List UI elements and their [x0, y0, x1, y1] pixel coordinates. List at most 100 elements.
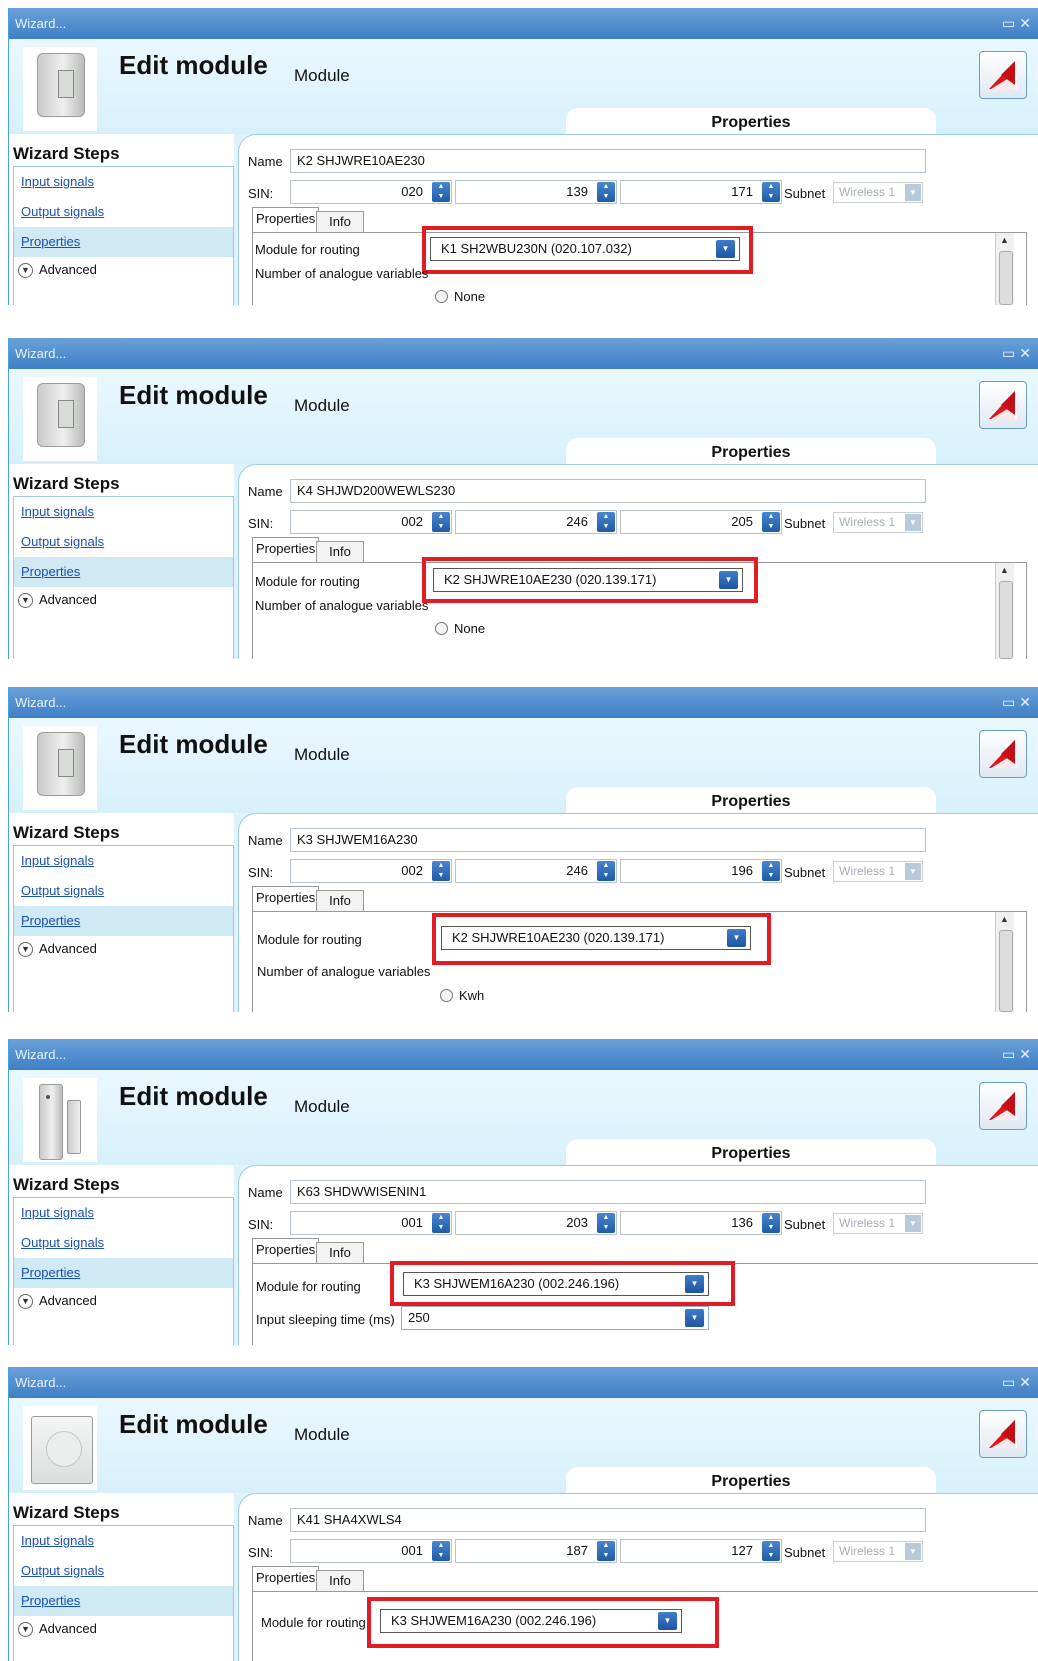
sin-field-2[interactable]: 139 ▲ ▼: [455, 180, 617, 204]
step-properties[interactable]: Properties: [14, 1586, 233, 1616]
tab-info[interactable]: Info: [316, 541, 364, 562]
wizard-panel-5: Wizard... ▭✕ Edit module Module Properti…: [8, 1367, 1038, 1661]
sin-field-2[interactable]: 246 ▲ ▼: [455, 859, 617, 883]
sin-label: SIN:: [248, 1217, 274, 1232]
step-advanced[interactable]: ▼ Advanced: [14, 257, 233, 283]
tab-properties[interactable]: Properties: [252, 1566, 320, 1591]
tab-properties[interactable]: Properties: [252, 1238, 320, 1263]
spinner-icon[interactable]: ▲ ▼: [597, 1541, 615, 1561]
scrollbar[interactable]: ▲: [995, 563, 1014, 659]
sin-value-2: 187: [566, 1543, 588, 1558]
spinner-icon[interactable]: ▲ ▼: [762, 1541, 780, 1561]
sin-field-2[interactable]: 203 ▲ ▼: [455, 1211, 617, 1235]
spinner-icon[interactable]: ▲ ▼: [762, 861, 780, 881]
step-advanced[interactable]: ▼ Advanced: [14, 1616, 233, 1642]
tab-info[interactable]: Info: [316, 1570, 364, 1591]
step-output-signals[interactable]: Output signals: [14, 1556, 233, 1586]
spinner-icon[interactable]: ▲ ▼: [432, 182, 450, 202]
scroll-up-icon[interactable]: ▲: [1000, 914, 1009, 924]
tab-properties[interactable]: Properties: [252, 537, 320, 562]
scroll-up-icon[interactable]: ▲: [1000, 565, 1009, 575]
subnet-select[interactable]: Wireless 1 ▼: [833, 182, 923, 203]
subnet-select[interactable]: Wireless 1 ▼: [833, 1213, 923, 1234]
step-input-signals[interactable]: Input signals: [14, 167, 233, 197]
spinner-icon[interactable]: ▲ ▼: [432, 1213, 450, 1233]
spinner-icon[interactable]: ▲ ▼: [597, 182, 615, 202]
spinner-icon[interactable]: ▲ ▼: [432, 861, 450, 881]
tab-info[interactable]: Info: [316, 890, 364, 911]
window-title: Wizard...: [15, 695, 67, 710]
step-advanced[interactable]: ▼ Advanced: [14, 936, 233, 962]
window-controls[interactable]: ▭✕: [1002, 687, 1035, 718]
step-input-signals[interactable]: Input signals: [14, 1198, 233, 1228]
tab-info[interactable]: Info: [316, 1242, 364, 1263]
sin-field-1[interactable]: 002 ▲ ▼: [290, 859, 452, 883]
step-output-signals[interactable]: Output signals: [14, 527, 233, 557]
sin-field-2[interactable]: 246 ▲ ▼: [455, 510, 617, 534]
tab-properties[interactable]: Properties: [252, 886, 320, 911]
scrollbar[interactable]: ▲: [995, 912, 1014, 1012]
sleep-select[interactable]: 250 ▼: [401, 1306, 709, 1330]
sin-label: SIN:: [248, 865, 274, 880]
step-properties[interactable]: Properties: [14, 1258, 233, 1288]
window-controls[interactable]: ▭✕: [1002, 1367, 1035, 1398]
subnet-select[interactable]: Wireless 1 ▼: [833, 861, 923, 882]
window-controls[interactable]: ▭✕: [1002, 8, 1035, 39]
name-input[interactable]: K41 SHA4XWLS4: [290, 1508, 926, 1532]
chevron-down-icon: ▼: [18, 263, 33, 279]
subnet-select[interactable]: Wireless 1 ▼: [833, 512, 923, 533]
step-output-signals[interactable]: Output signals: [14, 1228, 233, 1258]
spinner-icon[interactable]: ▲ ▼: [432, 1541, 450, 1561]
step-advanced[interactable]: ▼ Advanced: [14, 587, 233, 613]
tab-properties[interactable]: Properties: [252, 207, 320, 232]
radio-button[interactable]: [435, 622, 448, 635]
name-input[interactable]: K3 SHJWEM16A230: [290, 828, 926, 852]
wizard-steps-list: Input signals Output signals Properties …: [13, 1197, 234, 1345]
scroll-thumb[interactable]: [999, 930, 1013, 1012]
name-input[interactable]: K63 SHDWWISENIN1: [290, 1180, 926, 1204]
name-input[interactable]: K2 SHJWRE10AE230: [290, 149, 926, 173]
step-properties[interactable]: Properties: [14, 557, 233, 587]
sin-field-1[interactable]: 001 ▲ ▼: [290, 1539, 452, 1563]
device-image: [23, 726, 97, 810]
step-input-signals[interactable]: Input signals: [14, 1526, 233, 1556]
window-controls[interactable]: ▭✕: [1002, 1039, 1035, 1070]
step-output-signals[interactable]: Output signals: [14, 197, 233, 227]
spinner-icon[interactable]: ▲ ▼: [762, 512, 780, 532]
sin-field-1[interactable]: 001 ▲ ▼: [290, 1211, 452, 1235]
scroll-thumb[interactable]: [999, 251, 1013, 305]
name-input[interactable]: K4 SHJWD200WEWLS230: [290, 479, 926, 503]
subnet-select[interactable]: Wireless 1 ▼: [833, 1541, 923, 1562]
scroll-thumb[interactable]: [999, 581, 1013, 659]
spinner-icon[interactable]: ▲ ▼: [432, 512, 450, 532]
sin-field-1[interactable]: 002 ▲ ▼: [290, 510, 452, 534]
step-properties[interactable]: Properties: [14, 906, 233, 936]
step-properties[interactable]: Properties: [14, 227, 233, 257]
sin-field-3[interactable]: 127 ▲ ▼: [620, 1539, 782, 1563]
radio-button[interactable]: [435, 290, 448, 303]
sin-field-2[interactable]: 187 ▲ ▼: [455, 1539, 617, 1563]
sin-field-3[interactable]: 196 ▲ ▼: [620, 859, 782, 883]
sin-field-1[interactable]: 020 ▲ ▼: [290, 180, 452, 204]
spinner-icon[interactable]: ▲ ▼: [762, 182, 780, 202]
tab-info[interactable]: Info: [316, 211, 364, 232]
highlight-box: [367, 1597, 719, 1648]
spinner-icon[interactable]: ▲ ▼: [597, 512, 615, 532]
spinner-icon[interactable]: ▲ ▼: [597, 1213, 615, 1233]
scrollbar[interactable]: ▲: [995, 233, 1014, 305]
step-input-signals[interactable]: Input signals: [14, 846, 233, 876]
sin-field-3[interactable]: 136 ▲ ▼: [620, 1211, 782, 1235]
spinner-icon[interactable]: ▲ ▼: [597, 861, 615, 881]
sin-field-3[interactable]: 205 ▲ ▼: [620, 510, 782, 534]
window-controls[interactable]: ▭✕: [1002, 338, 1035, 369]
subnet-label: Subnet: [784, 516, 826, 531]
step-output-signals[interactable]: Output signals: [14, 876, 233, 906]
radio-button[interactable]: [440, 989, 453, 1002]
properties-content: Name K3 SHJWEM16A230 SIN: 002 ▲ ▼ 246 ▲ ▼ 19…: [238, 813, 1038, 1012]
scroll-up-icon[interactable]: ▲: [1000, 235, 1009, 245]
step-input-signals[interactable]: Input signals: [14, 497, 233, 527]
spinner-icon[interactable]: ▲ ▼: [762, 1213, 780, 1233]
subnet-value: Wireless 1: [839, 1544, 896, 1558]
sin-field-3[interactable]: 171 ▲ ▼: [620, 180, 782, 204]
step-advanced[interactable]: ▼ Advanced: [14, 1288, 233, 1314]
